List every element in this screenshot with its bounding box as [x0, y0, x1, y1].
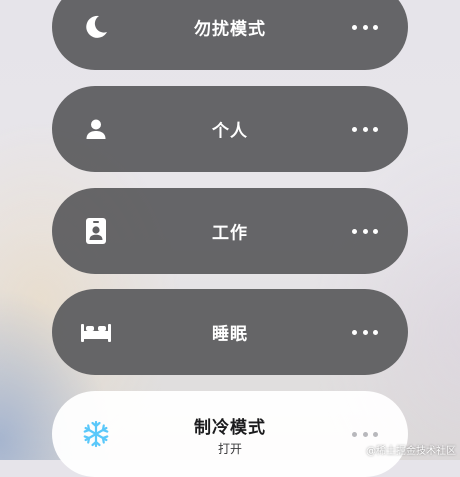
more-options-icon[interactable]	[352, 17, 378, 37]
focus-mode-cooling-active[interactable]: 制冷模式 打开	[52, 391, 408, 477]
more-options-icon[interactable]	[352, 424, 378, 444]
snowflake-icon	[80, 418, 112, 450]
badge-icon	[80, 215, 112, 247]
more-options-icon[interactable]	[352, 322, 378, 342]
moon-icon	[80, 11, 112, 43]
focus-mode-do-not-disturb[interactable]: 勿扰模式	[52, 0, 408, 70]
more-options-icon[interactable]	[352, 119, 378, 139]
more-options-icon[interactable]	[352, 221, 378, 241]
bed-icon	[80, 316, 112, 348]
focus-mode-sleep[interactable]: 睡眠	[52, 289, 408, 375]
focus-mode-personal[interactable]: 个人	[52, 86, 408, 172]
person-icon	[80, 113, 112, 145]
focus-mode-work[interactable]: 工作	[52, 188, 408, 274]
watermark-text: @稀土掘金技术社区	[366, 446, 456, 457]
